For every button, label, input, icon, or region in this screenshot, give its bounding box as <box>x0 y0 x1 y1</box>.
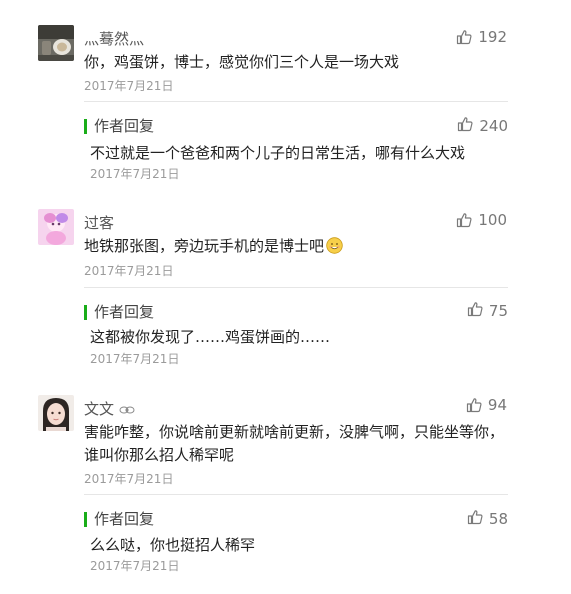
like-count: 58 <box>488 510 508 528</box>
author-reply: 作者回复 58 么么哒，你也挺招人稀罕 2017年7月21日 <box>84 494 508 573</box>
like-button[interactable]: 100 <box>456 211 507 229</box>
reply-date: 2017年7月21日 <box>90 167 180 181</box>
comment-text: 害能咋整，你说啥前更新就啥前更新，没脾气啊，只能坐等你，谁叫你那么招人稀罕呢 <box>84 423 505 464</box>
like-count: 240 <box>479 117 508 135</box>
reply-date: 2017年7月21日 <box>90 352 180 366</box>
author-reply-label: 作者回复 <box>84 512 154 527</box>
grinning-emoji-icon <box>326 237 343 254</box>
like-count: 192 <box>478 28 507 46</box>
thumbs-up-icon <box>466 397 482 413</box>
reply-like-button[interactable]: 58 <box>467 509 508 529</box>
thumbs-up-icon <box>457 116 473 136</box>
avatar[interactable] <box>38 395 74 431</box>
thumbs-up-icon <box>456 29 472 45</box>
comment-nickname[interactable]: 灬蓦然灬 <box>84 28 144 49</box>
author-reply-label: 作者回复 <box>84 119 154 134</box>
comment-nickname: 文文 <box>84 400 115 418</box>
like-count: 75 <box>488 302 508 320</box>
like-button[interactable]: 192 <box>456 28 507 46</box>
reply-like-button[interactable]: 75 <box>467 301 508 321</box>
comment-text: 地铁那张图，旁边玩手机的是博士吧 <box>84 237 325 255</box>
reply-text: 么么哒，你也挺招人稀罕 <box>90 536 256 554</box>
like-count: 94 <box>487 396 507 414</box>
comment-text: 你，鸡蛋饼，博士，感觉你们三个人是一场大戏 <box>84 53 400 71</box>
thumbs-up-icon <box>467 509 483 529</box>
comment-text-row: 地铁那张图，旁边玩手机的是博士吧 <box>84 235 514 258</box>
author-reply-label: 作者回复 <box>84 305 154 320</box>
avatar[interactable] <box>38 209 74 245</box>
thumbs-up-icon <box>456 212 472 228</box>
like-count: 100 <box>478 211 507 229</box>
comment-date: 2017年7月21日 <box>84 264 174 278</box>
author-reply: 作者回复 75 这都被你发现了……鸡蛋饼画的…… 2017年7月21日 <box>84 287 508 366</box>
reply-like-button[interactable]: 240 <box>457 116 508 136</box>
reply-text: 这都被你发现了……鸡蛋饼画的…… <box>90 328 331 346</box>
comment-date: 2017年7月21日 <box>84 79 174 93</box>
author-reply: 作者回复 240 不过就是一个爸爸和两个儿子的日常生活，哪有什么大戏 2017年… <box>84 101 508 181</box>
like-button[interactable]: 94 <box>466 396 507 414</box>
ribbon-icon <box>119 402 135 420</box>
reply-date: 2017年7月21日 <box>90 559 180 573</box>
comment-date: 2017年7月21日 <box>84 472 174 486</box>
avatar[interactable] <box>38 25 74 61</box>
reply-text: 不过就是一个爸爸和两个儿子的日常生活，哪有什么大戏 <box>90 144 466 162</box>
thumbs-up-icon <box>467 301 483 321</box>
comment-nickname[interactable]: 过客 <box>84 212 114 233</box>
comment-nickname-row[interactable]: 文文 <box>84 398 135 420</box>
